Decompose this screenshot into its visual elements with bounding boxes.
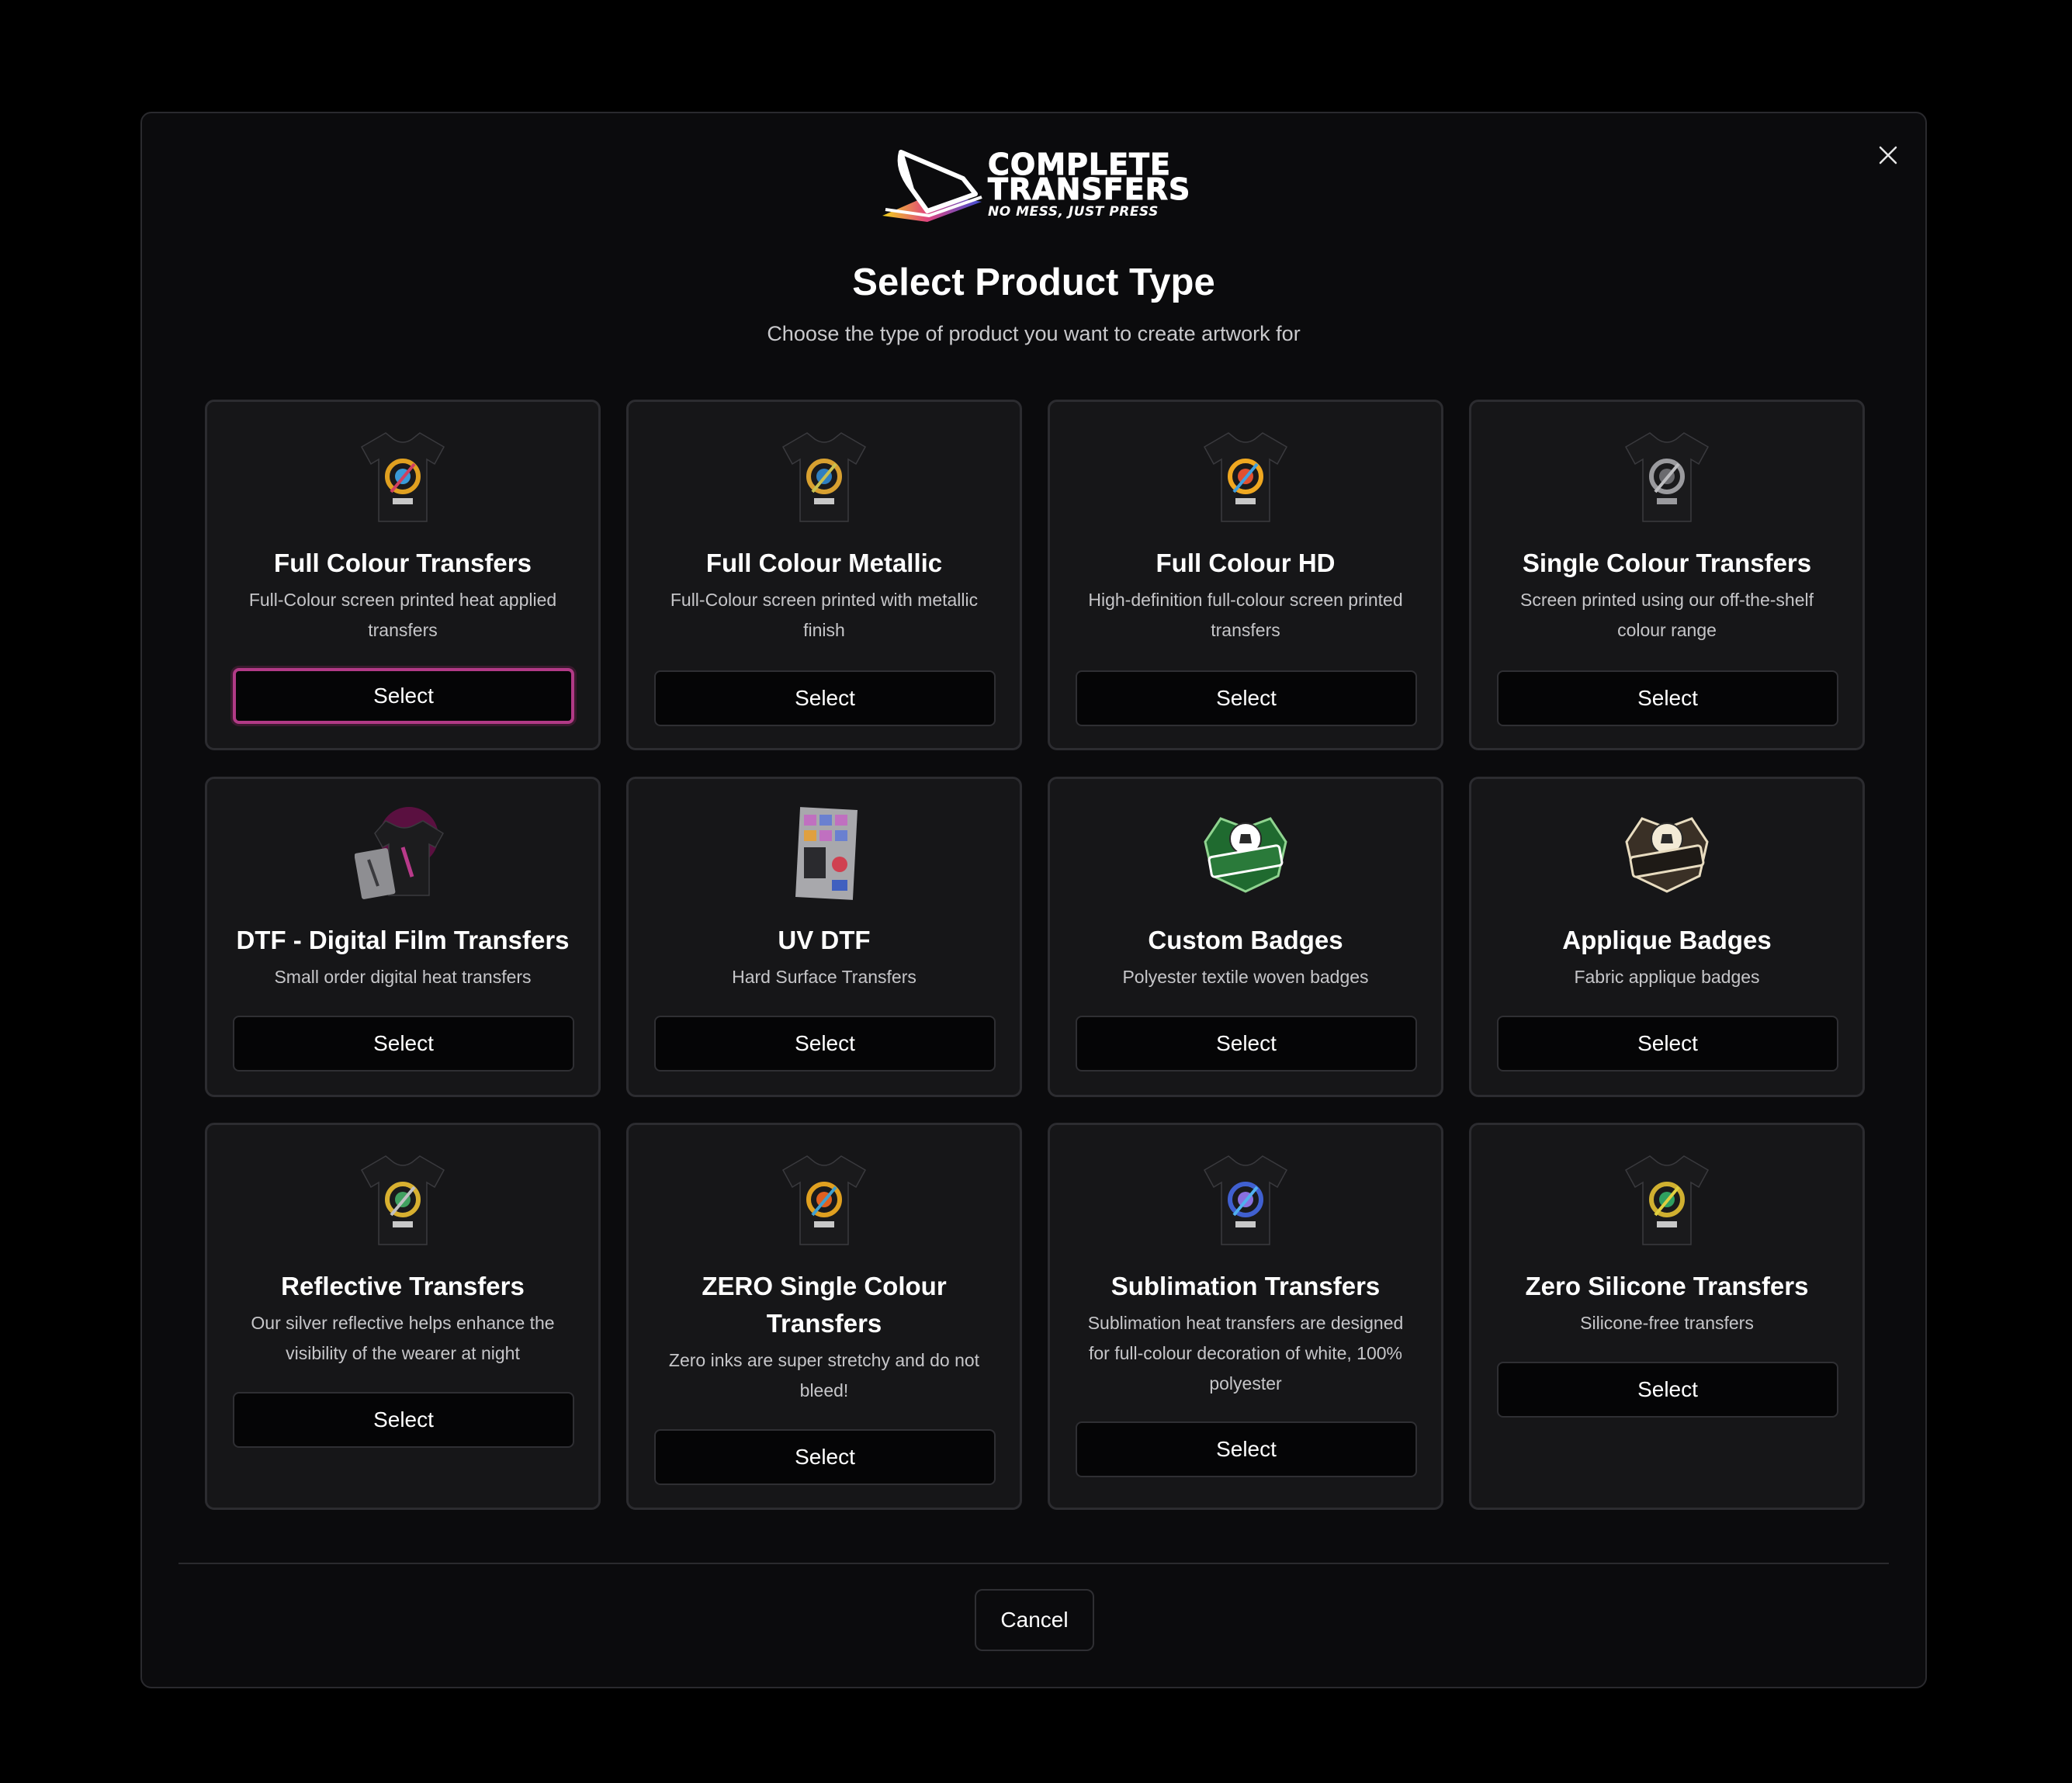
logo-line-2: TRANSFERS	[987, 172, 1191, 206]
select-button[interactable]: Select	[1497, 1362, 1838, 1418]
product-card[interactable]: Single Colour Transfers Screen printed u…	[1469, 400, 1865, 750]
product-name: Reflective Transfers	[281, 1272, 525, 1300]
product-card[interactable]: Full Colour Metallic Full-Colour screen …	[626, 400, 1022, 750]
product-name: UV DTF	[778, 926, 871, 954]
product-name: Full Colour Transfers	[274, 549, 532, 577]
product-name: Full Colour HD	[1156, 549, 1336, 577]
product-description: Full-Colour screen printed heat applied …	[248, 590, 557, 640]
product-card[interactable]: UV DTF Hard Surface Transfers Select	[626, 777, 1022, 1097]
complete-transfers-logo: COMPLETE TRANSFERS NO MESS, JUST PRESS	[878, 146, 1197, 227]
select-button[interactable]: Select	[1076, 1016, 1417, 1072]
product-name: Custom Badges	[1148, 926, 1343, 954]
tshirt-dragon-reflective-icon	[355, 1151, 451, 1248]
product-description: Our silver reflective helps enhance the …	[251, 1313, 555, 1363]
close-icon[interactable]	[1865, 132, 1911, 178]
tshirt-dragon-green-icon	[1619, 1151, 1715, 1248]
product-card[interactable]: Applique Badges Fabric applique badges S…	[1469, 777, 1865, 1097]
modal-subtitle: Choose the type of product you want to c…	[767, 322, 1301, 345]
product-description: Sublimation heat transfers are designed …	[1087, 1313, 1404, 1394]
product-card[interactable]: ZERO Single Colour Transfers Zero inks a…	[626, 1123, 1022, 1510]
product-card[interactable]: DTF - Digital Film Transfers Small order…	[205, 777, 601, 1097]
select-button[interactable]: Select	[1076, 1421, 1417, 1477]
tshirt-dragon-blue-icon	[1197, 1151, 1294, 1248]
product-description: Fabric applique badges	[1574, 967, 1760, 987]
select-button[interactable]: Select	[233, 1392, 574, 1448]
tshirt-dragon-mono-icon	[1619, 428, 1715, 525]
product-type-modal: COMPLETE TRANSFERS NO MESS, JUST PRESS S…	[140, 112, 1927, 1688]
product-name: ZERO Single Colour Transfers	[702, 1272, 947, 1338]
tshirt-dragon-zero-icon	[776, 1151, 872, 1248]
modal-title: Select Product Type	[852, 261, 1215, 303]
product-card[interactable]: Sublimation Transfers Sublimation heat t…	[1048, 1123, 1443, 1510]
product-name: Full Colour Metallic	[705, 549, 943, 577]
product-description: Hard Surface Transfers	[732, 967, 916, 987]
dtf-film-icon	[355, 805, 451, 902]
product-name: Zero Silicone Transfers	[1525, 1272, 1809, 1300]
product-description: Polyester textile woven badges	[1122, 967, 1369, 987]
product-card[interactable]: Reflective Transfers Our silver reflecti…	[205, 1123, 601, 1510]
product-name: DTF - Digital Film Transfers	[236, 926, 570, 954]
product-card[interactable]: Full Colour HD High-definition full-colo…	[1048, 400, 1443, 750]
product-description: Screen printed using our off-the-shelf c…	[1519, 590, 1814, 640]
select-button[interactable]: Select	[654, 1016, 996, 1072]
select-button[interactable]: Select	[233, 668, 574, 724]
product-card[interactable]: Zero Silicone Transfers Silicone-free tr…	[1469, 1123, 1865, 1510]
product-name: Single Colour Transfers	[1522, 549, 1812, 577]
tshirt-dragon-metallic-icon	[776, 428, 872, 525]
footer-divider	[178, 1563, 1889, 1564]
select-button[interactable]: Select	[1076, 670, 1417, 726]
select-button[interactable]: Select	[233, 1016, 574, 1072]
football-badge-green-icon	[1197, 805, 1294, 902]
logo-mark-icon	[882, 150, 982, 222]
product-description: Small order digital heat transfers	[274, 967, 532, 987]
product-card[interactable]: Custom Badges Polyester textile woven ba…	[1048, 777, 1443, 1097]
product-name: Sublimation Transfers	[1110, 1272, 1381, 1300]
cancel-button[interactable]: Cancel	[975, 1589, 1094, 1651]
select-button[interactable]: Select	[1497, 670, 1838, 726]
tshirt-dragon-color-icon	[355, 428, 451, 525]
select-button[interactable]: Select	[654, 670, 996, 726]
product-name: Applique Badges	[1562, 926, 1772, 954]
tshirt-dragon-hd-icon	[1197, 428, 1294, 525]
select-button[interactable]: Select	[654, 1429, 996, 1485]
product-description: Full-Colour screen printed with metallic…	[670, 590, 979, 640]
product-card[interactable]: Full Colour Transfers Full-Colour screen…	[205, 400, 601, 750]
product-description: High-definition full-colour screen print…	[1088, 590, 1403, 640]
uv-dtf-sheet-icon	[776, 805, 872, 902]
product-description: Zero inks are super stretchy and do not …	[668, 1350, 980, 1400]
select-button[interactable]: Select	[1497, 1016, 1838, 1072]
product-description: Silicone-free transfers	[1580, 1313, 1754, 1333]
football-badge-cream-icon	[1619, 805, 1715, 902]
